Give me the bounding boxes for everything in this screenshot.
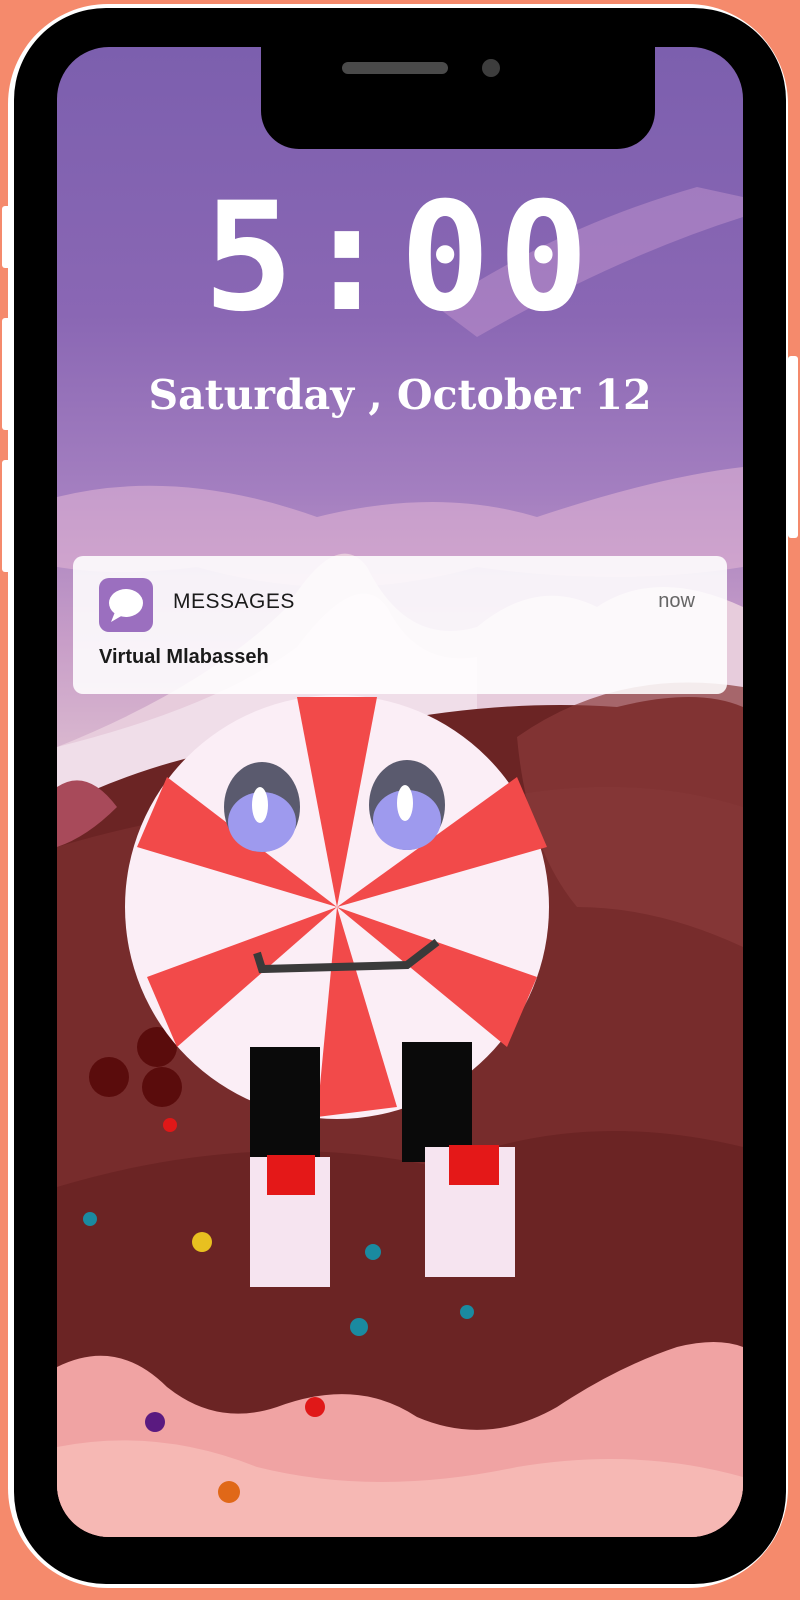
lock-screen-clock: 5:00 <box>203 171 597 345</box>
notification-app-name: MESSAGES <box>173 590 295 613</box>
front-camera <box>482 59 500 77</box>
speaker-grille <box>342 62 448 74</box>
notch <box>261 47 655 149</box>
lock-screen-date: Saturday , October 12 <box>148 371 652 419</box>
notification-message: Virtual Mlabasseh <box>99 646 269 668</box>
message-bubble-icon <box>99 578 153 632</box>
notification-card[interactable]: MESSAGES now Virtual Mlabasseh <box>73 556 727 694</box>
notification-timestamp: now <box>658 590 695 612</box>
